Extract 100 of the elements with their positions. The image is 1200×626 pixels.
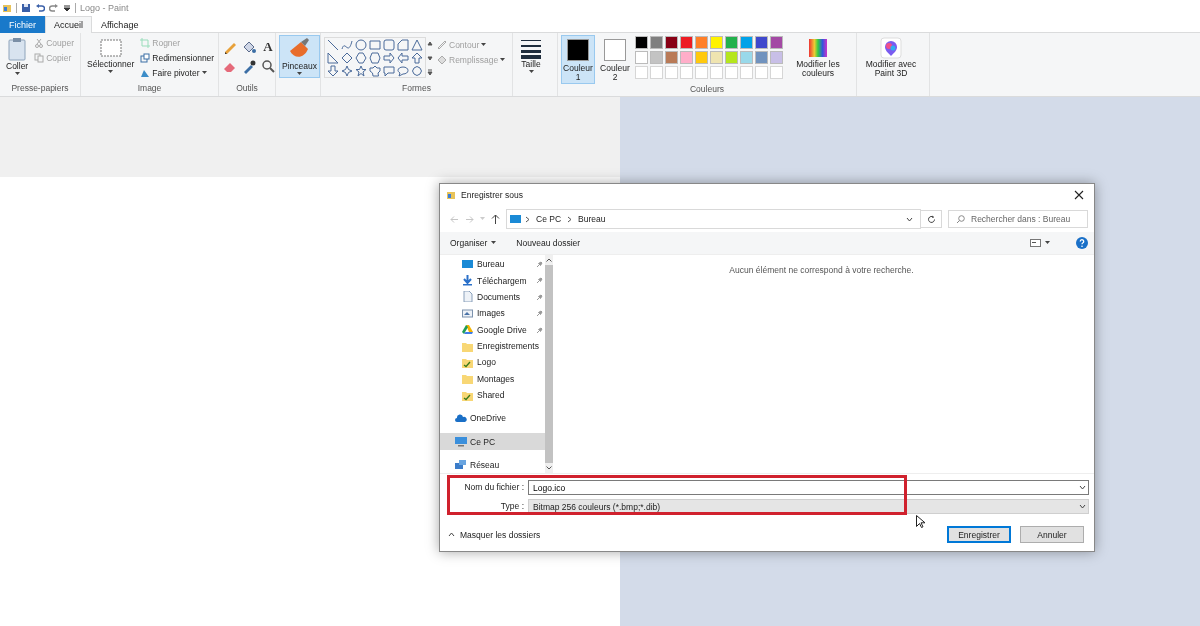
scroll-up-icon[interactable]	[545, 258, 552, 262]
back-icon[interactable]	[450, 214, 459, 224]
magnifier-icon	[260, 58, 276, 74]
palette-swatch[interactable]	[755, 51, 768, 64]
file-name-field[interactable]: Logo.ico	[528, 480, 1089, 495]
refresh-icon	[926, 214, 936, 224]
scrollbar[interactable]	[544, 255, 553, 473]
nav-item[interactable]: Documents	[440, 288, 545, 306]
document-icon	[462, 291, 474, 303]
nav-item[interactable]: Images	[440, 305, 545, 322]
file-menu-tab[interactable]: Fichier	[0, 16, 45, 33]
empty-swatch[interactable]	[770, 66, 783, 79]
palette-swatch[interactable]	[680, 36, 693, 49]
empty-swatch[interactable]	[725, 66, 738, 79]
hide-folders-button[interactable]: Masquer les dossiers	[448, 529, 938, 540]
paste-button[interactable]: Coller	[3, 35, 32, 78]
breadcrumb[interactable]: Ce PC	[534, 214, 564, 224]
empty-swatch[interactable]	[740, 66, 753, 79]
color-slot-button[interactable]: Couleur 1	[561, 35, 595, 84]
palette-swatch[interactable]	[695, 36, 708, 49]
empty-swatch[interactable]	[695, 66, 708, 79]
group-label: Presse-papiers	[10, 83, 70, 95]
nav-item[interactable]: Ce PC	[440, 433, 545, 450]
caret-icon	[500, 57, 506, 62]
empty-swatch[interactable]	[665, 66, 678, 79]
paint-app-icon	[446, 190, 456, 200]
nav-item[interactable]: Enregistrements	[440, 337, 545, 355]
dialog-button[interactable]: Enregistrer	[947, 526, 1011, 543]
organize-button[interactable]: Organiser	[446, 236, 501, 250]
palette-swatch[interactable]	[770, 36, 783, 49]
palette-swatch[interactable]	[695, 51, 708, 64]
ribbon-tab[interactable]: Accueil	[45, 16, 93, 33]
pin-icon	[535, 293, 543, 301]
palette-swatch[interactable]	[635, 51, 648, 64]
palette-swatch[interactable]	[740, 51, 753, 64]
palette-swatch[interactable]	[635, 36, 648, 49]
paint-3d-button[interactable]: Modifier avec Paint 3D	[860, 35, 922, 80]
rotate-button[interactable]: Faire pivoter	[140, 65, 215, 80]
nav-item[interactable]: Réseau	[440, 456, 545, 474]
help-icon[interactable]	[1076, 237, 1088, 249]
select-button[interactable]: Sélectionner	[84, 35, 138, 76]
chevron-icon	[567, 215, 573, 223]
palette-swatch[interactable]	[680, 51, 693, 64]
palette-swatch[interactable]	[650, 36, 663, 49]
empty-swatch[interactable]	[635, 66, 648, 79]
text-tool[interactable]: A	[260, 39, 276, 55]
dialog-button[interactable]: Annuler	[1020, 526, 1084, 543]
dropdown-chevron-icon[interactable]	[906, 216, 913, 222]
empty-swatch[interactable]	[650, 66, 663, 79]
save-icon[interactable]	[21, 3, 31, 13]
nav-item[interactable]: Bureau	[440, 256, 545, 273]
palette-swatch[interactable]	[650, 51, 663, 64]
undo-icon[interactable]	[35, 3, 45, 13]
palette-swatch[interactable]	[710, 36, 723, 49]
empty-swatch[interactable]	[755, 66, 768, 79]
folder-icon	[462, 389, 474, 401]
forward-icon[interactable]	[465, 214, 474, 224]
search-field[interactable]: Rechercher dans : Bureau	[948, 210, 1088, 228]
nav-item[interactable]: Shared	[440, 387, 545, 404]
ribbon-tab[interactable]: Affichage	[92, 16, 148, 33]
palette-swatch[interactable]	[725, 36, 738, 49]
window-title: Logo - Paint	[80, 3, 129, 13]
address-bar[interactable]: Ce PC Bureau	[506, 209, 921, 229]
refresh-button[interactable]	[920, 210, 942, 228]
nav-item[interactable]: Téléchargem	[440, 272, 545, 289]
nav-item[interactable]: Google Drive	[440, 321, 545, 338]
palette-swatch[interactable]	[740, 36, 753, 49]
brushes-button[interactable]: Pinceaux	[279, 35, 320, 78]
nav-item[interactable]: Logo	[440, 354, 545, 371]
crop-icon	[140, 37, 151, 48]
magnifier-tool[interactable]	[260, 58, 276, 74]
recent-caret-icon[interactable]	[480, 217, 485, 221]
caret-icon	[528, 70, 534, 74]
palette-swatch[interactable]	[665, 36, 678, 49]
edit-colors-button[interactable]: Modifier les couleurs	[786, 35, 850, 80]
folder-icon	[462, 373, 474, 385]
cloud-icon	[455, 412, 467, 424]
nav-item[interactable]: Montages	[440, 370, 545, 387]
caret-icon	[297, 72, 302, 76]
empty-swatch[interactable]	[710, 66, 723, 79]
computer-icon	[455, 436, 467, 448]
palette-swatch[interactable]	[725, 51, 738, 64]
redo-icon[interactable]	[49, 3, 59, 13]
breadcrumb[interactable]: Bureau	[576, 214, 608, 224]
nav-item[interactable]: OneDrive	[440, 410, 545, 427]
palette-swatch[interactable]	[710, 51, 723, 64]
scroll-down-icon[interactable]	[545, 466, 552, 470]
dropdown-icon[interactable]	[63, 3, 71, 13]
resize-button[interactable]: Redimensionner	[140, 50, 215, 65]
palette-swatch[interactable]	[770, 51, 783, 64]
shapes-gallery[interactable]	[324, 37, 434, 79]
new-folder-button[interactable]: Nouveau dossier	[512, 236, 585, 250]
palette-swatch[interactable]	[755, 36, 768, 49]
size-button[interactable]: Taille	[516, 35, 546, 76]
paint-bucket-tool[interactable]	[241, 39, 257, 55]
palette-swatch[interactable]	[665, 51, 678, 64]
up-icon[interactable]	[491, 214, 500, 224]
color-slot-button[interactable]: Couleur 2	[598, 35, 632, 84]
file-type-select[interactable]: Bitmap 256 couleurs (*.bmp;*.dib)	[528, 499, 1089, 514]
empty-swatch[interactable]	[680, 66, 693, 79]
